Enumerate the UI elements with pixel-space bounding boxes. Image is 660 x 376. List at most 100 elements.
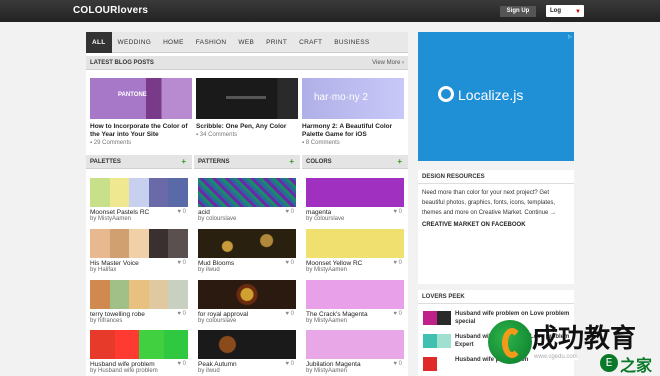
palette-name[interactable]: His Master Voice: [90, 260, 188, 267]
palette-swatch[interactable]: [90, 330, 188, 359]
palette-item[interactable]: His Master Voice by Halifax ♥ 0: [90, 229, 188, 274]
ad-banner[interactable]: ▷ Localize.js: [418, 32, 574, 161]
palette-count: ♥ 0: [177, 311, 186, 317]
top-bar: COLOURlovers Sign Up Log ▼: [0, 0, 660, 22]
lover-swatch[interactable]: [437, 311, 451, 325]
palette-name[interactable]: Moonset Pastels RC: [90, 209, 188, 216]
lover-swatch[interactable]: [423, 334, 437, 348]
color-item[interactable]: Jubilation Magenta by MistyAamen ♥ 0: [306, 330, 404, 375]
lover-swatch[interactable]: [423, 311, 437, 325]
post-thumbnail[interactable]: PANTONE: [90, 78, 192, 119]
lover-swatch[interactable]: [437, 334, 451, 348]
post-title[interactable]: Harmony 2: A Beautiful Color Palette Gam…: [302, 123, 404, 139]
palette-color: [148, 178, 169, 207]
tab-web[interactable]: WEB: [232, 32, 260, 53]
color-swatch[interactable]: [306, 330, 404, 359]
pattern-swatch[interactable]: [198, 330, 296, 359]
pattern-swatch[interactable]: [198, 229, 296, 258]
pattern-swatch[interactable]: [198, 280, 296, 309]
tab-all[interactable]: ALL: [86, 32, 112, 53]
color-swatch[interactable]: [306, 178, 404, 207]
signup-button[interactable]: Sign Up: [500, 6, 536, 17]
palette-author[interactable]: by MistyAamen: [90, 216, 188, 223]
add-palette-icon[interactable]: +: [181, 155, 186, 169]
palette-name[interactable]: Husband wife problem: [90, 361, 188, 368]
lovers-peek-title: LOVERS PEEK: [418, 290, 574, 304]
color-author[interactable]: by MistyAamen: [306, 267, 404, 274]
palette-swatch[interactable]: [90, 280, 188, 309]
lover-swatch[interactable]: [423, 357, 437, 371]
palette-item[interactable]: Moonset Pastels RC by MistyAamen ♥ 0: [90, 178, 188, 223]
login-button[interactable]: Log ▼: [546, 5, 584, 17]
color-item[interactable]: magenta by colourslave ♥ 0: [306, 178, 404, 223]
palette-color: [90, 178, 110, 207]
pattern-count: ♥ 0: [285, 260, 294, 266]
add-pattern-icon[interactable]: +: [289, 155, 294, 169]
pattern-name[interactable]: Peak Autumn: [198, 361, 296, 368]
tab-business[interactable]: BUSINESS: [328, 32, 375, 53]
color-name[interactable]: magenta: [306, 209, 404, 216]
view-more-link[interactable]: View More ›: [372, 56, 404, 70]
post-title[interactable]: How to Incorporate the Color of the Year…: [90, 123, 192, 139]
color-name[interactable]: The Crack's Magenta: [306, 311, 404, 318]
pattern-swatch[interactable]: [198, 178, 296, 207]
blog-post[interactable]: PANTONE How to Incorporate the Color of …: [90, 78, 192, 146]
pattern-name[interactable]: acid: [198, 209, 296, 216]
blog-post[interactable]: har·mo·ny 2 Harmony 2: A Beautiful Color…: [302, 78, 404, 146]
palette-color: [148, 280, 169, 309]
blog-post[interactable]: Scribble: One Pen, Any Color ▪ 34 Commen…: [196, 78, 298, 138]
palette-name[interactable]: terry towelling robe: [90, 311, 188, 318]
color-item[interactable]: Moonset Yellow RC by MistyAamen ♥ 0: [306, 229, 404, 274]
pattern-author[interactable]: by ilwud: [198, 368, 296, 375]
facebook-link[interactable]: CREATIVE MARKET ON FACEBOOK: [418, 222, 574, 228]
palette-color: [163, 330, 188, 359]
blog-title: LATEST BLOG POSTS: [90, 60, 154, 66]
palette-item[interactable]: terry towelling robe by hifrances ♥ 0: [90, 280, 188, 325]
lover-swatch[interactable]: [437, 357, 451, 371]
watermark-url: www.cgedu.com: [534, 354, 578, 360]
palette-color: [109, 280, 130, 309]
pattern-name[interactable]: for royal approval: [198, 311, 296, 318]
pattern-author[interactable]: by colourslave: [198, 318, 296, 325]
palettes-title: PALETTES: [90, 159, 121, 165]
tab-home[interactable]: HOME: [157, 32, 190, 53]
pattern-author[interactable]: by colourslave: [198, 216, 296, 223]
post-thumbnail[interactable]: har·mo·ny 2: [302, 78, 404, 119]
color-author[interactable]: by colourslave: [306, 216, 404, 223]
add-color-icon[interactable]: +: [397, 155, 402, 169]
palette-color: [139, 330, 164, 359]
palette-count: ♥ 0: [177, 209, 186, 215]
color-swatch[interactable]: [306, 229, 404, 258]
pattern-item[interactable]: Peak Autumn by ilwud ♥ 0: [198, 330, 296, 375]
color-author[interactable]: by MistyAamen: [306, 368, 404, 375]
palette-color: [114, 330, 139, 359]
site-logo[interactable]: COLOURlovers: [73, 5, 148, 16]
patterns-title: PATTERNS: [198, 159, 230, 165]
palette-author[interactable]: by Husband wife problem: [90, 368, 188, 375]
color-name[interactable]: Moonset Yellow RC: [306, 260, 404, 267]
tab-wedding[interactable]: WEDDING: [112, 32, 158, 53]
palette-swatch[interactable]: [90, 178, 188, 207]
palette-swatch[interactable]: [90, 229, 188, 258]
color-swatch[interactable]: [306, 280, 404, 309]
color-name[interactable]: Jubilation Magenta: [306, 361, 404, 368]
tab-print[interactable]: PRINT: [260, 32, 293, 53]
post-title[interactable]: Scribble: One Pen, Any Color: [196, 123, 298, 131]
watermark-text-2: 之家: [620, 356, 653, 375]
pattern-item[interactable]: for royal approval by colourslave ♥ 0: [198, 280, 296, 325]
tab-fashion[interactable]: FASHION: [190, 32, 233, 53]
color-author[interactable]: by MistyAamen: [306, 318, 404, 325]
post-thumbnail[interactable]: [196, 78, 298, 119]
palette-item[interactable]: Husband wife problem by Husband wife prob…: [90, 330, 188, 375]
tab-craft[interactable]: CRAFT: [293, 32, 328, 53]
pattern-item[interactable]: Mud Blooms by ilwud ♥ 0: [198, 229, 296, 274]
color-item[interactable]: The Crack's Magenta by MistyAamen ♥ 0: [306, 280, 404, 325]
colors-title: COLORS: [306, 159, 332, 165]
pattern-item[interactable]: acid by colourslave ♥ 0: [198, 178, 296, 223]
pattern-count: ♥ 0: [285, 209, 294, 215]
pattern-author[interactable]: by ilwud: [198, 267, 296, 274]
pattern-name[interactable]: Mud Blooms: [198, 260, 296, 267]
palette-author[interactable]: by Halifax: [90, 267, 188, 274]
ad-info-icon[interactable]: ▷: [568, 34, 572, 40]
palette-author[interactable]: by hifrances: [90, 318, 188, 325]
